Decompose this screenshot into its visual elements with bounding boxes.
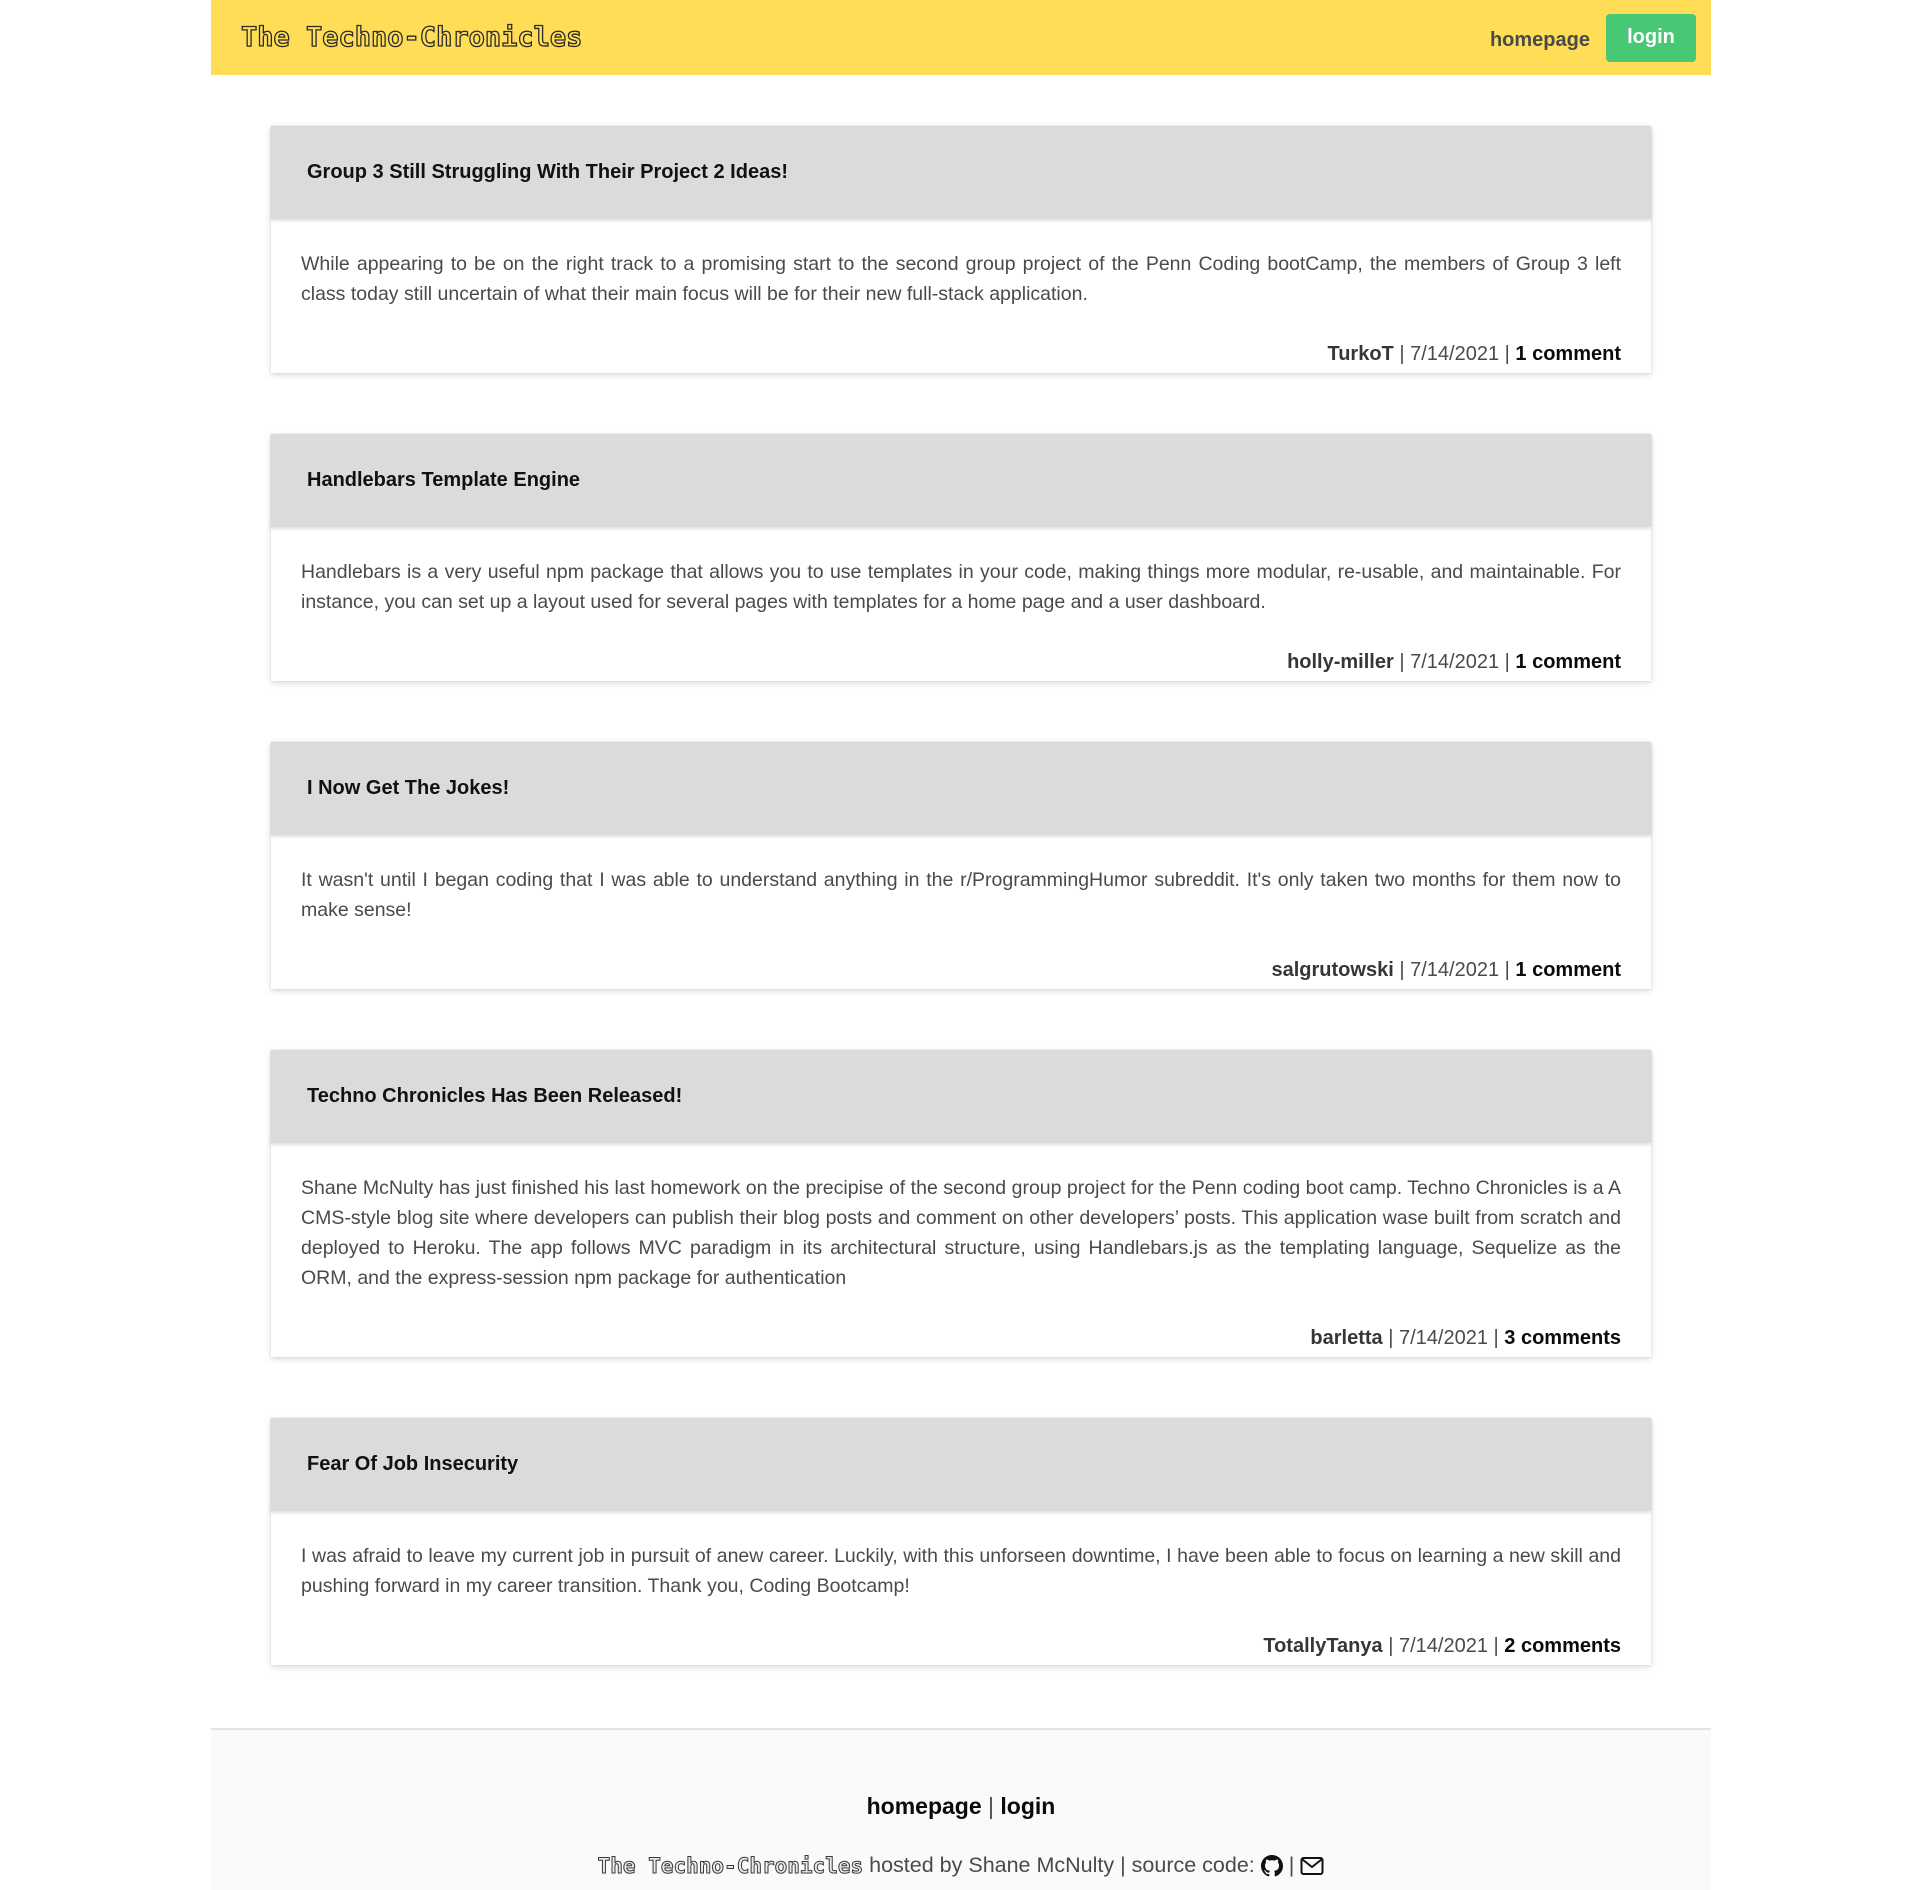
post-card-body: Handlebars is a very useful npm package … xyxy=(271,527,1651,681)
post-card-body: I was afraid to leave my current job in … xyxy=(271,1511,1651,1665)
post-comments-link[interactable]: 1 comment xyxy=(1515,651,1621,673)
post-comments-link[interactable]: 2 comments xyxy=(1504,1635,1621,1657)
post-card: I Now Get The Jokes! It wasn't until I b… xyxy=(271,742,1651,989)
post-card-body: It wasn't until I began coding that I wa… xyxy=(271,835,1651,989)
post-title[interactable]: I Now Get The Jokes! xyxy=(307,777,509,800)
login-button[interactable]: login xyxy=(1606,13,1696,62)
post-body-text: While appearing to be on the right track… xyxy=(301,253,1621,305)
post-title[interactable]: Handlebars Template Engine xyxy=(307,469,580,492)
meta-separator: | xyxy=(1493,1327,1499,1349)
post-card-body: Shane McNulty has just finished his last… xyxy=(271,1143,1651,1357)
meta-separator: | xyxy=(1388,1635,1394,1657)
nav-homepage-link[interactable]: homepage xyxy=(1490,23,1590,52)
meta-separator: | xyxy=(1388,1327,1394,1349)
post-title[interactable]: Group 3 Still Struggling With Their Proj… xyxy=(307,161,788,184)
post-author: TotallyTanya xyxy=(1263,1635,1383,1657)
footer-brand: The Techno-Chronicles xyxy=(597,1853,864,1878)
footer-login-link[interactable]: login xyxy=(1000,1793,1055,1819)
post-title[interactable]: Fear Of Job Insecurity xyxy=(307,1453,518,1476)
post-author: salgrutowski xyxy=(1271,959,1394,981)
meta-separator: | xyxy=(1504,651,1510,673)
post-meta: TurkoT | 7/14/2021 | 1 comment xyxy=(301,339,1621,369)
post-title[interactable]: Techno Chronicles Has Been Released! xyxy=(307,1085,682,1108)
post-card-header[interactable]: Fear Of Job Insecurity xyxy=(271,1418,1651,1511)
post-body-text: It wasn't until I began coding that I wa… xyxy=(301,869,1621,921)
post-card-header[interactable]: I Now Get The Jokes! xyxy=(271,742,1651,835)
post-comments-link[interactable]: 1 comment xyxy=(1515,343,1621,365)
meta-separator: | xyxy=(1399,959,1405,981)
post-body-text: I was afraid to leave my current job in … xyxy=(301,1545,1621,1597)
post-card: Fear Of Job Insecurity I was afraid to l… xyxy=(271,1418,1651,1665)
footer-link-separator: | xyxy=(988,1793,995,1819)
post-card-header[interactable]: Handlebars Template Engine xyxy=(271,434,1651,527)
post-author: holly-miller xyxy=(1287,651,1394,673)
meta-separator: | xyxy=(1493,1635,1499,1657)
post-comments-link[interactable]: 1 comment xyxy=(1515,959,1621,981)
post-meta: holly-miller | 7/14/2021 | 1 comment xyxy=(301,647,1621,677)
footer-homepage-link[interactable]: homepage xyxy=(867,1793,982,1819)
post-date: 7/14/2021 xyxy=(1398,1635,1488,1657)
meta-separator: | xyxy=(1399,343,1405,365)
post-list: Group 3 Still Struggling With Their Proj… xyxy=(211,75,1711,1665)
footer-icon-separator: | xyxy=(1288,1853,1295,1877)
post-date: 7/14/2021 xyxy=(1410,343,1500,365)
post-date: 7/14/2021 xyxy=(1410,959,1500,981)
page: The Techno-Chronicles homepage login Gro… xyxy=(211,0,1711,1890)
post-author: barletta xyxy=(1310,1327,1383,1349)
meta-separator: | xyxy=(1504,343,1510,365)
footer-credit-text: hosted by Shane McNulty | source code: xyxy=(869,1853,1255,1877)
post-meta: salgrutowski | 7/14/2021 | 1 comment xyxy=(301,955,1622,985)
navbar: The Techno-Chronicles homepage login xyxy=(211,0,1711,75)
meta-separator: | xyxy=(1504,959,1510,981)
post-comments-link[interactable]: 3 comments xyxy=(1504,1327,1621,1349)
nav-links: homepage login xyxy=(1490,13,1696,62)
github-icon[interactable] xyxy=(1260,1854,1283,1877)
post-card-body: While appearing to be on the right track… xyxy=(271,219,1651,373)
post-author: TurkoT xyxy=(1327,343,1394,365)
post-card: Group 3 Still Struggling With Their Proj… xyxy=(271,126,1651,373)
footer-links: homepage | login xyxy=(211,1793,1711,1820)
post-meta: TotallyTanya | 7/14/2021 | 2 comments xyxy=(301,1631,1621,1661)
post-card: Handlebars Template Engine Handlebars is… xyxy=(271,434,1651,681)
footer-credit: The Techno-Chronicles hosted by Shane Mc… xyxy=(211,1853,1711,1878)
envelope-icon[interactable] xyxy=(1300,1856,1324,1876)
footer: homepage | login The Techno-Chronicles h… xyxy=(211,1728,1711,1890)
post-body-text: Handlebars is a very useful npm package … xyxy=(301,561,1621,613)
post-card-header[interactable]: Group 3 Still Struggling With Their Proj… xyxy=(271,126,1651,219)
post-card-header[interactable]: Techno Chronicles Has Been Released! xyxy=(271,1050,1651,1143)
post-body-text: Shane McNulty has just finished his last… xyxy=(301,1177,1621,1289)
meta-separator: | xyxy=(1399,651,1405,673)
site-brand[interactable]: The Techno-Chronicles xyxy=(240,21,583,53)
post-meta: barletta | 7/14/2021 | 3 comments xyxy=(301,1323,1621,1353)
post-card: Techno Chronicles Has Been Released! Sha… xyxy=(271,1050,1651,1357)
post-date: 7/14/2021 xyxy=(1410,651,1500,673)
post-date: 7/14/2021 xyxy=(1398,1327,1488,1349)
